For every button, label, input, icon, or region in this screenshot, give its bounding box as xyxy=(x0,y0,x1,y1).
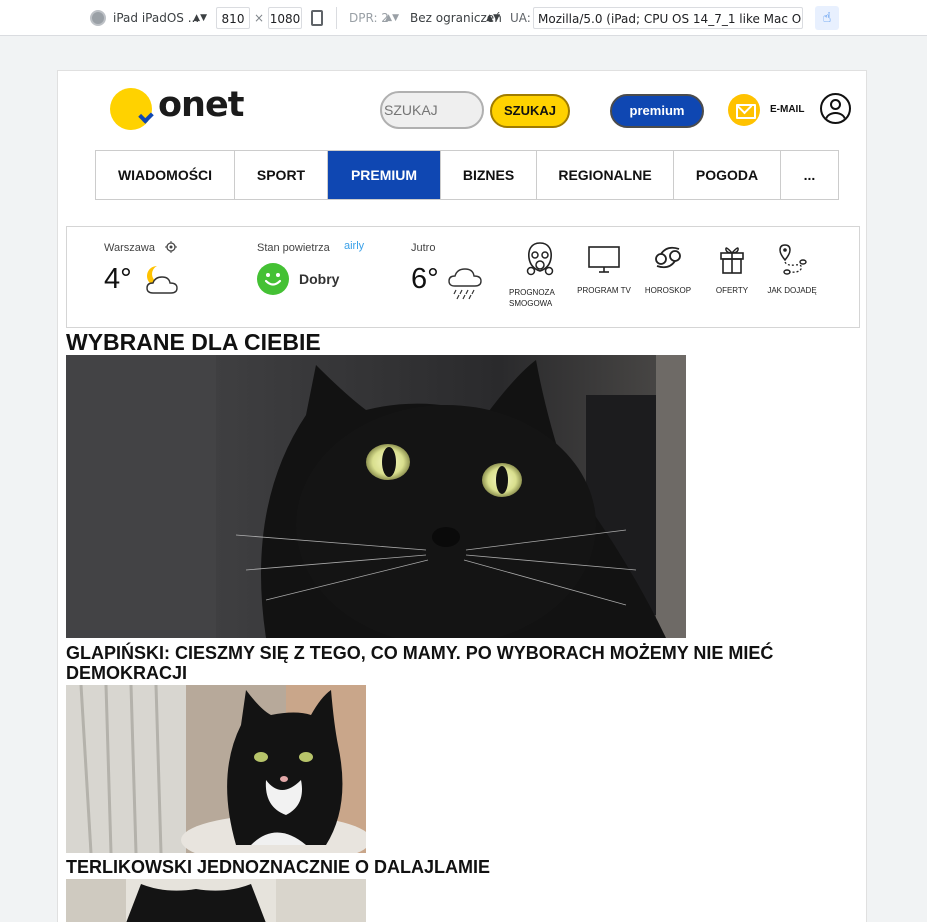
gas-mask-icon xyxy=(526,242,554,276)
shortcut-route[interactable]: JAK DOJADĘ xyxy=(757,241,827,296)
logo-text: onet xyxy=(158,85,244,125)
partly-cloudy-icon xyxy=(146,266,178,294)
location-icon[interactable] xyxy=(165,241,177,253)
nav-item-more[interactable]: ... xyxy=(781,151,838,199)
nav-item-premium[interactable]: PREMIUM xyxy=(328,151,441,199)
air-quality-label: Stan powietrza xyxy=(257,242,330,254)
article-image-black-cat[interactable] xyxy=(66,355,686,638)
device-select-label: iPad iPadOS ... xyxy=(113,11,200,25)
touch-icon[interactable]: ☝ xyxy=(815,6,839,30)
route-icon xyxy=(779,244,807,275)
select-arrows-icon: ▲▼ xyxy=(385,13,399,23)
toolbar-divider xyxy=(336,7,337,29)
user-head-shape xyxy=(830,99,841,110)
shortcut-label: JAK DOJADĘ xyxy=(767,286,817,295)
nav-item-wiadomosci[interactable]: WIADOMOŚCI xyxy=(96,151,235,199)
viewport-height-input[interactable]: 1080 xyxy=(268,7,302,29)
user-body-shape xyxy=(825,112,846,122)
tomorrow-label: Jutro xyxy=(411,242,436,254)
article-title[interactable]: GLAPIŃSKI: CIESZMY SIĘ Z TEGO, CO MAMY. … xyxy=(66,643,826,683)
shortcut-smog-forecast[interactable]: PROGNOZA SMOGOWA xyxy=(505,241,575,309)
air-quality-value: Dobry xyxy=(299,271,340,287)
devtools-device-toolbar: iPad iPadOS ... ▲▼ 810 × 1080 DPR: 2 ▲▼ Be… xyxy=(0,0,927,36)
rotate-icon[interactable] xyxy=(311,10,323,26)
article-image-tuxedo-cat[interactable] xyxy=(66,685,366,853)
weather-city[interactable]: Warszawa xyxy=(104,242,155,254)
select-arrows-icon: ▲▼ xyxy=(486,13,500,23)
tomorrow-temperature: 6° xyxy=(411,263,439,295)
current-temperature: 4° xyxy=(104,263,132,295)
email-link[interactable]: E-MAIL xyxy=(770,104,804,115)
dpr-select[interactable]: DPR: 2 ▲▼ xyxy=(349,7,401,29)
nav-item-pogoda[interactable]: POGODA xyxy=(674,151,781,199)
section-title: WYBRANE DLA CIEBIE xyxy=(66,329,321,355)
cancer-zodiac-icon xyxy=(655,246,681,269)
premium-button[interactable]: premium xyxy=(610,94,704,128)
onet-logo[interactable]: onet xyxy=(110,85,250,131)
nav-item-regionalne[interactable]: REGIONALNE xyxy=(537,151,674,199)
main-navigation: WIADOMOŚCI SPORT PREMIUM BIZNES REGIONAL… xyxy=(95,150,839,200)
article-title[interactable]: TERLIKOWSKI JEDNOZNACZNIE O DALAJLAMIE xyxy=(66,857,826,877)
tv-icon xyxy=(588,246,620,273)
emulated-page: onet SZUKAJ premium E-MAIL WIADOMOŚCI SP… xyxy=(57,70,867,922)
gift-icon xyxy=(720,247,744,274)
weather-widget: Warszawa 4° Stan powietrza airly Dobry J… xyxy=(66,226,860,328)
shortcut-tv-program[interactable]: PROGRAM TV xyxy=(569,241,639,296)
user-agent-input[interactable]: Mozilla/5.0 (iPad; CPU OS 14_7_1 like Ma… xyxy=(533,7,803,29)
mail-icon[interactable] xyxy=(728,94,760,126)
shortcut-label: PROGNOZA SMOGOWA xyxy=(509,288,555,308)
dpr-label: DPR: 2 xyxy=(349,11,389,25)
dimension-separator: × xyxy=(254,11,265,25)
user-account-icon[interactable] xyxy=(820,93,851,124)
viewport-width-input[interactable]: 810 xyxy=(216,7,250,29)
device-settings-icon[interactable] xyxy=(90,10,106,26)
nav-item-sport[interactable]: SPORT xyxy=(235,151,328,199)
device-select[interactable]: iPad iPadOS ... ▲▼ xyxy=(113,7,209,29)
shortcut-label: PROGRAM TV xyxy=(577,286,631,295)
search-button[interactable]: SZUKAJ xyxy=(490,94,570,128)
shortcut-horoscope[interactable]: HOROSKOP xyxy=(633,241,703,296)
select-arrows-icon: ▲▼ xyxy=(193,13,207,23)
airly-logo: airly xyxy=(344,240,365,252)
smiley-good-air-icon xyxy=(257,263,289,295)
search-input[interactable] xyxy=(380,91,484,129)
shortcut-label: HOROSKOP xyxy=(644,286,692,295)
user-agent-label: UA: xyxy=(510,11,531,25)
article-image-cat-partial[interactable] xyxy=(66,879,366,922)
throttle-select[interactable]: Bez ograniczeń ▲▼ xyxy=(410,7,502,29)
nav-item-biznes[interactable]: BIZNES xyxy=(441,151,537,199)
rain-cloud-icon xyxy=(448,268,482,300)
